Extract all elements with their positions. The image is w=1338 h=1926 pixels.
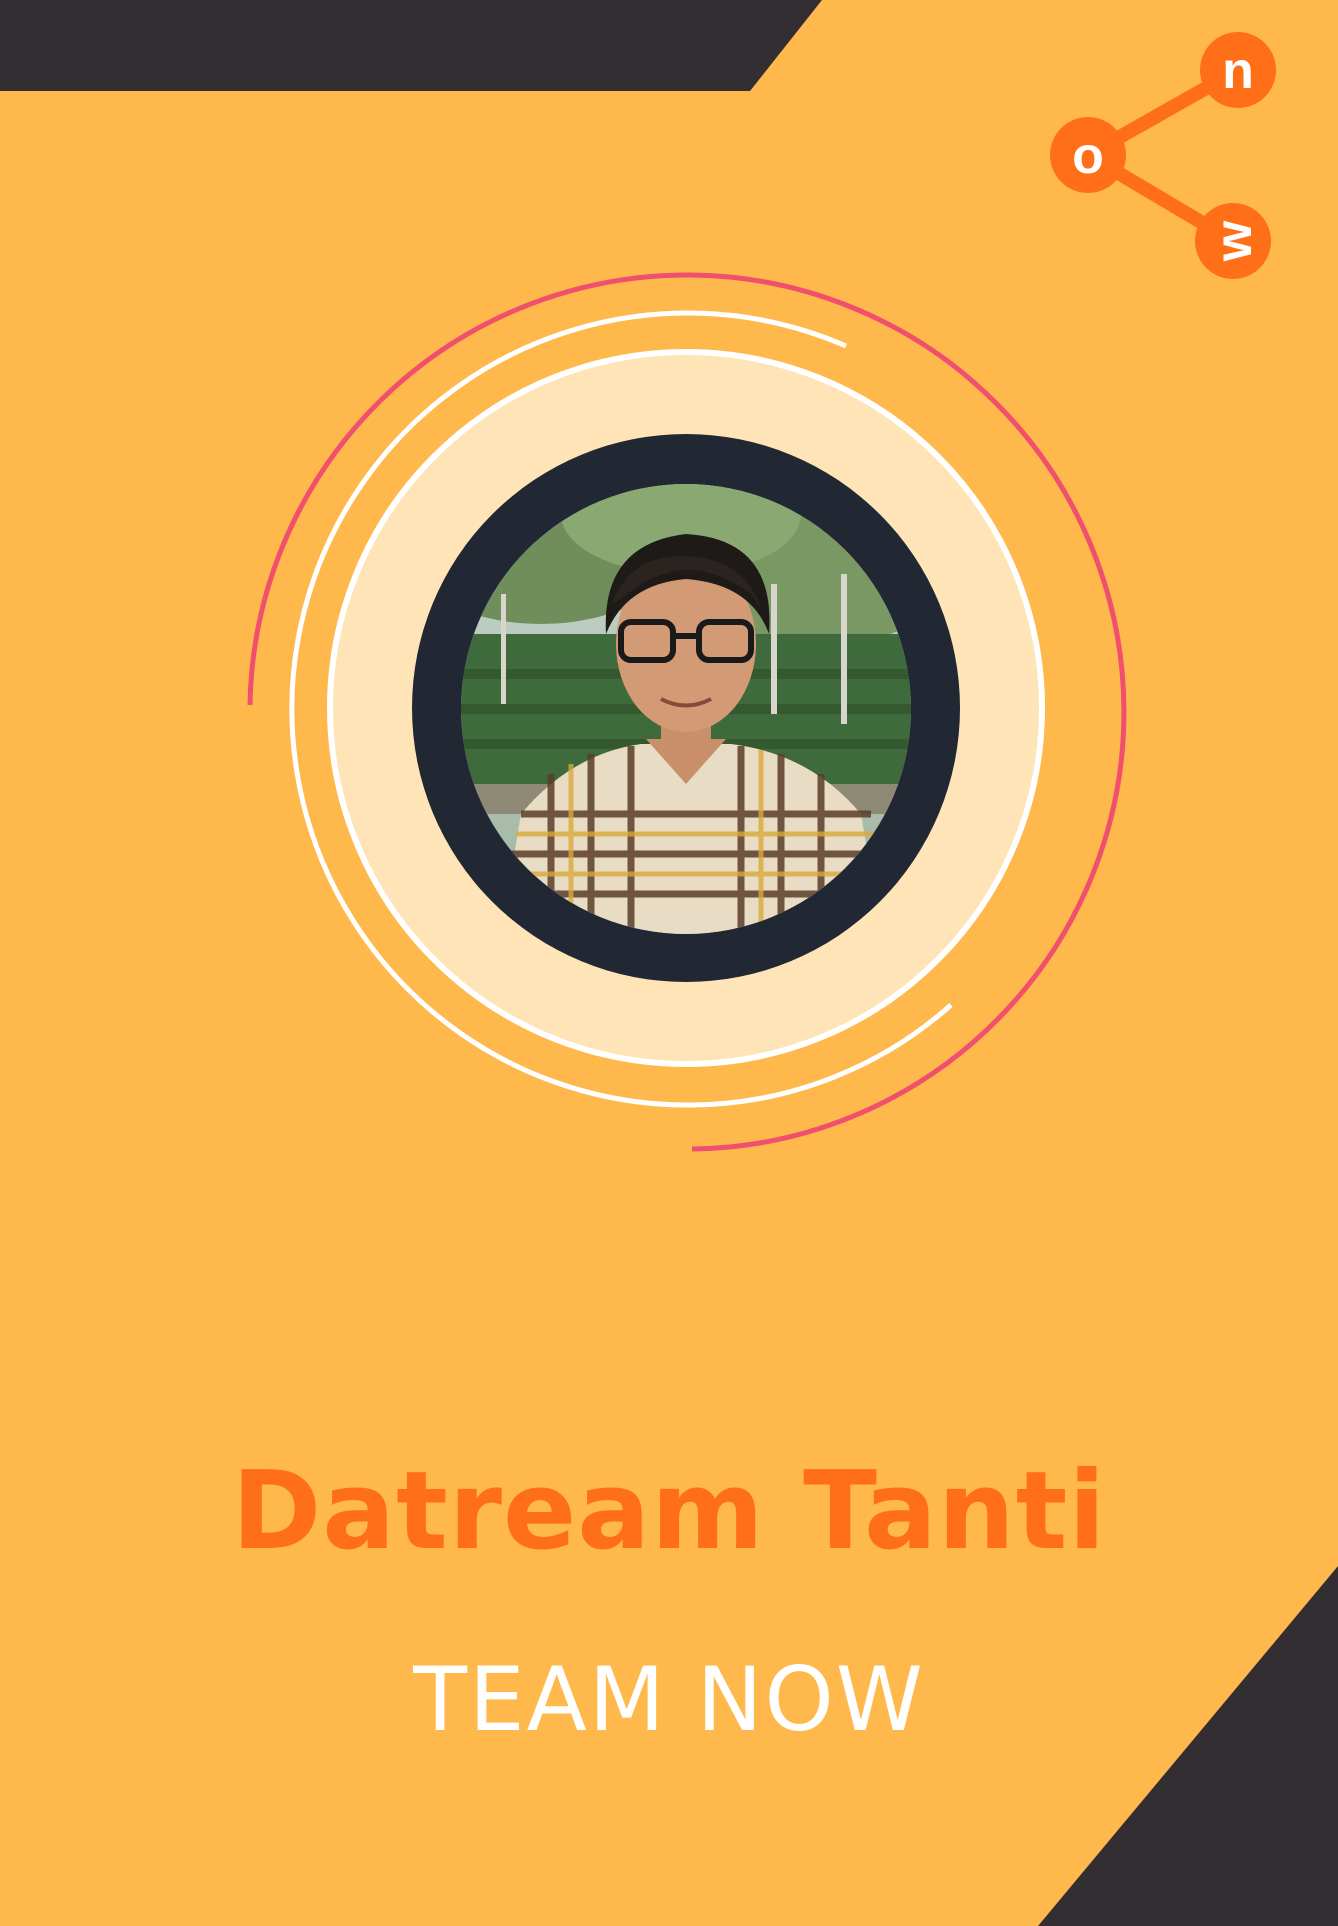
member-name: Datream Tanti bbox=[231, 1449, 1107, 1574]
profile-photo bbox=[461, 484, 911, 934]
team-label: TEAM NOW bbox=[413, 1648, 925, 1751]
id-card: n o w Datream Tanti TEAM NOW bbox=[0, 0, 1338, 1926]
